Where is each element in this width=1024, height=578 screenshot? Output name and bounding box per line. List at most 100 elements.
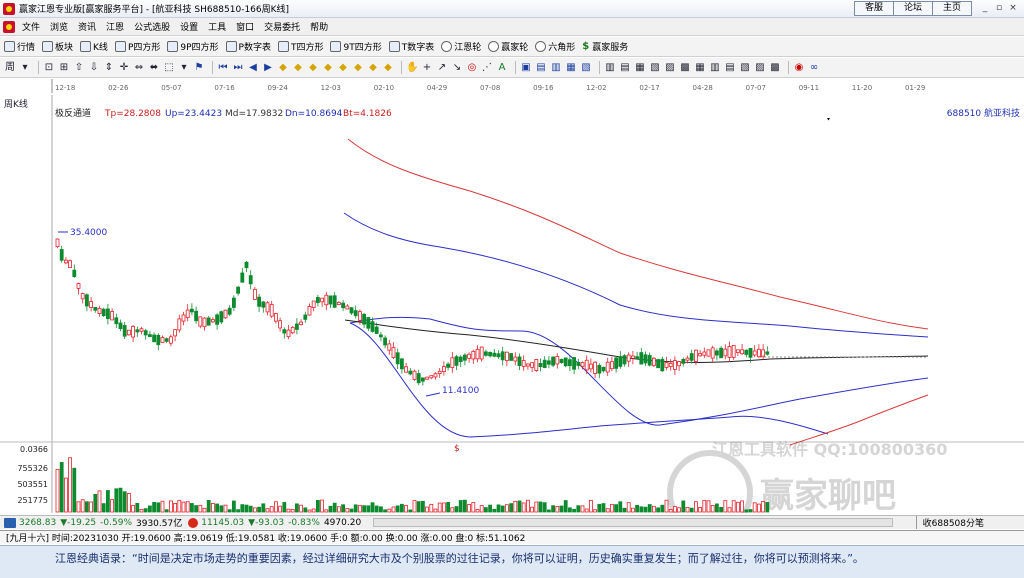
crosshair-icon[interactable]: ✛: [118, 61, 130, 74]
text-tool-icon[interactable]: A: [496, 61, 508, 74]
diamond-tool-4-icon[interactable]: ◆: [322, 61, 334, 74]
volume-bar: [294, 503, 299, 513]
bar-tool-2-icon[interactable]: ▤: [619, 61, 631, 74]
tool-winner-wheel[interactable]: 赢家轮: [488, 40, 528, 53]
bar-tool-12-icon[interactable]: ▩: [769, 61, 781, 74]
diamond-tool-8-icon[interactable]: ◆: [382, 61, 394, 74]
dropdown-icon[interactable]: ▾: [19, 61, 31, 74]
infinity-icon[interactable]: ∞: [808, 61, 820, 74]
low-annotation: 11.4100: [442, 386, 479, 396]
stock-code: 688510 航亚科技: [947, 107, 1020, 119]
bar-tool-9-icon[interactable]: ▤: [724, 61, 736, 74]
candle-body: [416, 373, 421, 384]
tick-detail-link[interactable]: 收688508分笔: [915, 516, 984, 529]
diamond-tool-7-icon[interactable]: ◆: [367, 61, 379, 74]
zoom-icon[interactable]: ⊞: [58, 61, 70, 74]
bottom-band-line: [789, 394, 929, 446]
window-5-icon[interactable]: ▧: [580, 61, 592, 74]
tool-sectors[interactable]: 板块: [42, 40, 73, 53]
volume-bar: [425, 506, 430, 513]
tool-9t-square[interactable]: 9T四方形: [330, 40, 382, 53]
menu-trade[interactable]: 交易委托: [259, 20, 305, 33]
support-button[interactable]: 客服: [853, 1, 894, 16]
bar-tool-11-icon[interactable]: ▨: [754, 61, 766, 74]
bar-tool-8-icon[interactable]: ▥: [709, 61, 721, 74]
more-dropdown-icon[interactable]: ▾: [178, 61, 190, 74]
diamond-tool-5-icon[interactable]: ◆: [337, 61, 349, 74]
diamond-tool-1-icon[interactable]: ◆: [277, 61, 289, 74]
bar-tool-6-icon[interactable]: ▩: [679, 61, 691, 74]
cursor-mode-icon[interactable]: ⬚: [163, 61, 175, 74]
restore-icon[interactable]: ▫: [994, 2, 1004, 14]
bar-tool-7-icon[interactable]: ▦: [694, 61, 706, 74]
last-icon[interactable]: ⏭: [232, 61, 244, 74]
tool-kline[interactable]: K线: [80, 40, 108, 53]
volume-bar: [252, 507, 257, 513]
tool-9p-square[interactable]: 9P四方形: [167, 40, 219, 53]
tool-hexagon[interactable]: 六角形: [535, 40, 575, 53]
trend-line-icon[interactable]: ↗: [436, 61, 448, 74]
menu-help[interactable]: 帮助: [305, 20, 333, 33]
tool-p-table[interactable]: P数字表: [225, 40, 271, 53]
next-icon[interactable]: ▶: [262, 61, 274, 74]
flag-icon[interactable]: ⚑: [193, 61, 205, 74]
adjust-icon[interactable]: ⇕: [103, 61, 115, 74]
circle-tool-icon[interactable]: ◎: [466, 61, 478, 74]
tool-quotes[interactable]: 行情: [4, 40, 35, 53]
diamond-tool-3-icon[interactable]: ◆: [307, 61, 319, 74]
window-3-icon[interactable]: ▥: [550, 61, 562, 74]
candle-body: [513, 356, 518, 362]
menu-tools[interactable]: 工具: [203, 20, 231, 33]
diamond-tool-2-icon[interactable]: ◆: [292, 61, 304, 74]
volume-bar: [458, 500, 463, 513]
tool-t-square[interactable]: T四方形: [277, 40, 323, 53]
menu-file[interactable]: 文件: [17, 20, 45, 33]
expand-icon[interactable]: ⬌: [148, 61, 160, 74]
menu-settings[interactable]: 设置: [175, 20, 203, 33]
menu-browse[interactable]: 浏览: [45, 20, 73, 33]
color-wheel-icon[interactable]: ◉: [793, 61, 805, 74]
window-2-icon[interactable]: ▤: [535, 61, 547, 74]
prev-icon[interactable]: ◀: [247, 61, 259, 74]
tool-t-table[interactable]: T数字表: [388, 40, 434, 53]
candle-body: [736, 349, 740, 353]
period-select-icon[interactable]: 周: [4, 61, 16, 74]
bar-tool-3-icon[interactable]: ▦: [634, 61, 646, 74]
tool-gann-wheel[interactable]: 江恩轮: [441, 40, 481, 53]
bar-tool-4-icon[interactable]: ▧: [649, 61, 661, 74]
diamond-tool-6-icon[interactable]: ◆: [352, 61, 364, 74]
bar-tool-10-icon[interactable]: ▧: [739, 61, 751, 74]
9p-square-icon: [167, 41, 179, 52]
plus-icon[interactable]: +: [421, 61, 433, 74]
horizontal-scrollbar[interactable]: [373, 518, 894, 527]
bar-tool-5-icon[interactable]: ▨: [664, 61, 676, 74]
ray-icon[interactable]: ↘: [451, 61, 463, 74]
menu-formula[interactable]: 公式选股: [129, 20, 175, 33]
minimize-icon[interactable]: _: [980, 2, 990, 14]
window-1-icon[interactable]: ▣: [520, 61, 532, 74]
forum-button[interactable]: 论坛: [892, 1, 933, 16]
volume-bar: [236, 509, 241, 513]
menu-gann[interactable]: 江恩: [101, 20, 129, 33]
up-arrow-icon[interactable]: ⇧: [73, 61, 85, 74]
up-value: Up=23.4423: [165, 109, 222, 119]
cursor-icon[interactable]: ⊡: [43, 61, 55, 74]
window-4-icon[interactable]: ▦: [565, 61, 577, 74]
close-icon[interactable]: ×: [1008, 2, 1018, 14]
shrink-icon[interactable]: ⇔: [133, 61, 145, 74]
home-button[interactable]: 主页: [931, 1, 972, 16]
menu-news[interactable]: 资讯: [73, 20, 101, 33]
volume-bar: [668, 509, 673, 513]
window-title: 赢家江恩专业版[赢家服务平台] - [航亚科技 SH688510-166周K线]: [19, 5, 290, 15]
first-icon[interactable]: ⏮: [217, 61, 229, 74]
bar-tool-1-icon[interactable]: ▥: [604, 61, 616, 74]
tool-service[interactable]: $ 赢家服务: [582, 40, 628, 53]
down-arrow-icon[interactable]: ⇩: [88, 61, 100, 74]
chart-area[interactable]: 周K线 极反通道 Tp=28.2808 Up=23.4423 Md=17.983…: [0, 95, 1024, 513]
tool-p-square[interactable]: P四方形: [114, 40, 160, 53]
menu-window[interactable]: 窗口: [231, 20, 259, 33]
candle-body: [752, 350, 757, 356]
fan-icon[interactable]: ⋰: [481, 61, 493, 74]
hand-icon[interactable]: ✋: [406, 61, 418, 74]
candle-body: [395, 352, 400, 365]
